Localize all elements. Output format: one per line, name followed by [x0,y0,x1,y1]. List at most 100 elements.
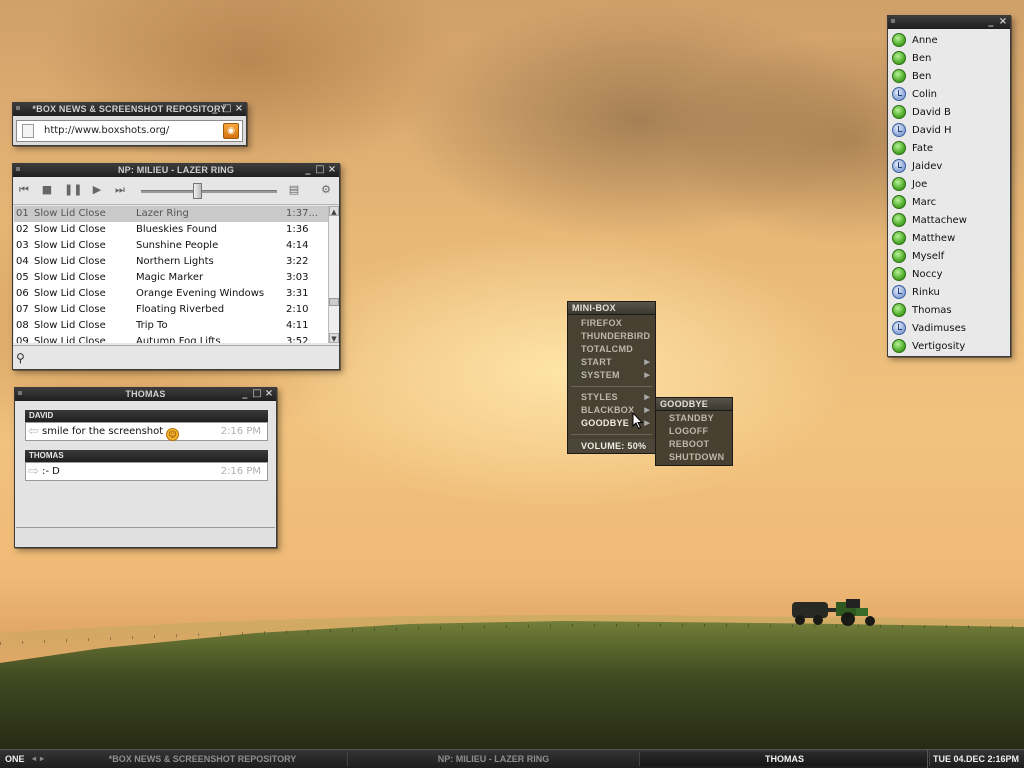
maximize-icon[interactable]: □ [315,164,325,177]
buddy-name: Matthew [912,232,956,244]
menu-item-start[interactable]: START ▶ [568,356,655,369]
binoculars-icon[interactable]: ⚲ [16,351,32,365]
track-duration: 4:11 [286,320,309,331]
buddy-titlebar[interactable]: _ × [888,16,1010,29]
playlist-row[interactable]: 08 Slow Lid Close Trip To 4:11 [14,318,328,334]
online-status-icon [892,33,906,47]
url-text: http://www.boxshots.org/ [44,125,170,136]
menu-separator [571,386,652,387]
buddy-item[interactable]: Colin [890,85,1008,103]
minimize-icon[interactable]: _ [986,16,996,29]
url-field[interactable]: http://www.boxshots.org/ ◉ [16,120,243,142]
playlist-row[interactable]: 03 Slow Lid Close Sunshine People 4:14 [14,238,328,254]
task-news[interactable]: *BOX NEWS & SCREENSHOT REPOSITORY [58,752,348,766]
minimize-icon[interactable]: _ [303,164,313,177]
buddy-item[interactable]: Jaidev [890,157,1008,175]
scroll-up-icon[interactable]: ▲ [329,206,339,216]
submenu-arrow-icon: ▶ [644,420,650,427]
news-titlebar[interactable]: *BOX NEWS & SCREENSHOT REPOSITORY _ □ × [13,103,246,116]
buddy-name: Vadimuses [912,322,966,334]
playlist-row[interactable]: 06 Slow Lid Close Orange Evening Windows 3:… [14,286,328,302]
submenu-arrow-icon: ▶ [644,372,650,379]
buddy-item[interactable]: Fate [890,139,1008,157]
scroll-thumb[interactable] [329,298,339,306]
buddy-item[interactable]: David B [890,103,1008,121]
buddy-item[interactable]: Ben [890,49,1008,67]
chat-message: THOMAS ⇨ :- D 2:16 PM [25,450,268,481]
menu-item-styles[interactable]: STYLES ▶ [568,391,655,404]
player-window-title: NP: MILIEU - LAZER RING [117,165,235,175]
menu-item-label: BLACKBOX [581,405,635,415]
maximize-icon[interactable]: □ [252,388,262,401]
away-status-icon [892,285,906,299]
maximize-icon[interactable]: □ [222,103,232,116]
buddy-item[interactable]: Marc [890,193,1008,211]
workspace-switcher[interactable]: ONE ◂▸ [0,750,56,768]
scroll-down-icon[interactable]: ▼ [329,333,339,343]
away-status-icon [892,123,906,137]
pause-icon[interactable]: ❚❚ [64,183,82,197]
track-title: Trip To [136,320,168,331]
minimize-icon[interactable]: _ [240,388,250,401]
buddy-item[interactable]: David H [890,121,1008,139]
buddy-item[interactable]: Noccy [890,265,1008,283]
menu-item-shutdown[interactable]: SHUTDOWN [656,451,732,464]
buddy-item[interactable]: Mattachew [890,211,1008,229]
menu-item-standby[interactable]: STANDBY [656,412,732,425]
playlist-row[interactable]: 07 Slow Lid Close Floating Riverbed 2:10 [14,302,328,318]
rss-icon[interactable]: ◉ [223,123,239,139]
menu-item-firefox[interactable]: FIREFOX [568,317,655,330]
online-status-icon [892,339,906,353]
buddy-item[interactable]: Rinku [890,283,1008,301]
close-icon[interactable]: × [327,164,337,177]
next-icon[interactable]: ⏭ [113,183,127,197]
buddy-list-window: _ × Anne Ben Ben Colin David B David H Fate Jai… [887,15,1011,357]
settings-icon[interactable]: ⚙ [319,183,333,197]
buddy-item[interactable]: Thomas [890,301,1008,319]
seek-slider[interactable] [141,190,277,193]
chat-titlebar[interactable]: THOMAS _ □ × [15,388,276,401]
menu-item-system[interactable]: SYSTEM ▶ [568,369,655,382]
buddy-name: David B [912,106,951,118]
close-icon[interactable]: × [264,388,274,401]
playlist-row[interactable]: 04 Slow Lid Close Northern Lights 3:22 [14,254,328,270]
buddy-item[interactable]: Vertigosity [890,337,1008,355]
buddy-item[interactable]: Myself [890,247,1008,265]
buddy-name: Vertigosity [912,340,966,352]
playlist-row[interactable]: 01 Slow Lid Close Lazer Ring 1:37... [14,206,328,222]
message-sender: THOMAS [25,450,268,462]
minimize-icon[interactable]: _ [210,103,220,116]
chat-input[interactable] [16,527,275,546]
playlist-scrollbar[interactable]: ▲ ▼ [328,206,339,343]
task-player[interactable]: NP: MILIEU - LAZER RING [348,752,640,766]
buddy-item[interactable]: Joe [890,175,1008,193]
buddy-item[interactable]: Ben [890,67,1008,85]
previous-icon[interactable]: ⏮ [17,183,31,197]
menu-item-logoff[interactable]: LOGOFF [656,425,732,438]
close-icon[interactable]: × [234,103,244,116]
buddy-item[interactable]: Anne [890,31,1008,49]
mouse-cursor-icon [632,412,644,430]
player-titlebar[interactable]: NP: MILIEU - LAZER RING _ □ × [13,164,339,177]
incoming-arrow-icon: ⇦ [28,424,39,439]
track-artist: Slow Lid Close [34,320,106,331]
playlist-icon[interactable]: ▤ [287,183,301,197]
buddy-item[interactable]: Matthew [890,229,1008,247]
playlist-row[interactable]: 05 Slow Lid Close Magic Marker 3:03 [14,270,328,286]
seek-slider-knob[interactable] [193,183,202,199]
submenu-arrow-icon: ▶ [644,407,650,414]
volume-item[interactable]: VOLUME: 50% [568,439,655,453]
stop-icon[interactable]: ■ [40,183,54,197]
menu-item-thunderbird[interactable]: THUNDERBIRD [568,330,655,343]
menu-item-reboot[interactable]: REBOOT [656,438,732,451]
buddy-item[interactable]: Vadimuses [890,319,1008,337]
buddy-name: Ben [912,52,932,64]
play-icon[interactable]: ▶ [90,183,104,197]
playlist-row[interactable]: 02 Slow Lid Close Blueskies Found 1:36 [14,222,328,238]
task-chat[interactable]: THOMAS [640,752,930,766]
workspace-arrows-icon[interactable]: ◂▸ [32,750,48,768]
taskbar: ONE ◂▸ *BOX NEWS & SCREENSHOT REPOSITORY… [0,749,1024,768]
playlist-row[interactable]: 09 Slow Lid Close Autumn Fog Lifts 3:52 [14,334,328,343]
close-icon[interactable]: × [998,16,1008,29]
menu-item-totalcmd[interactable]: TOTALCMD [568,343,655,356]
